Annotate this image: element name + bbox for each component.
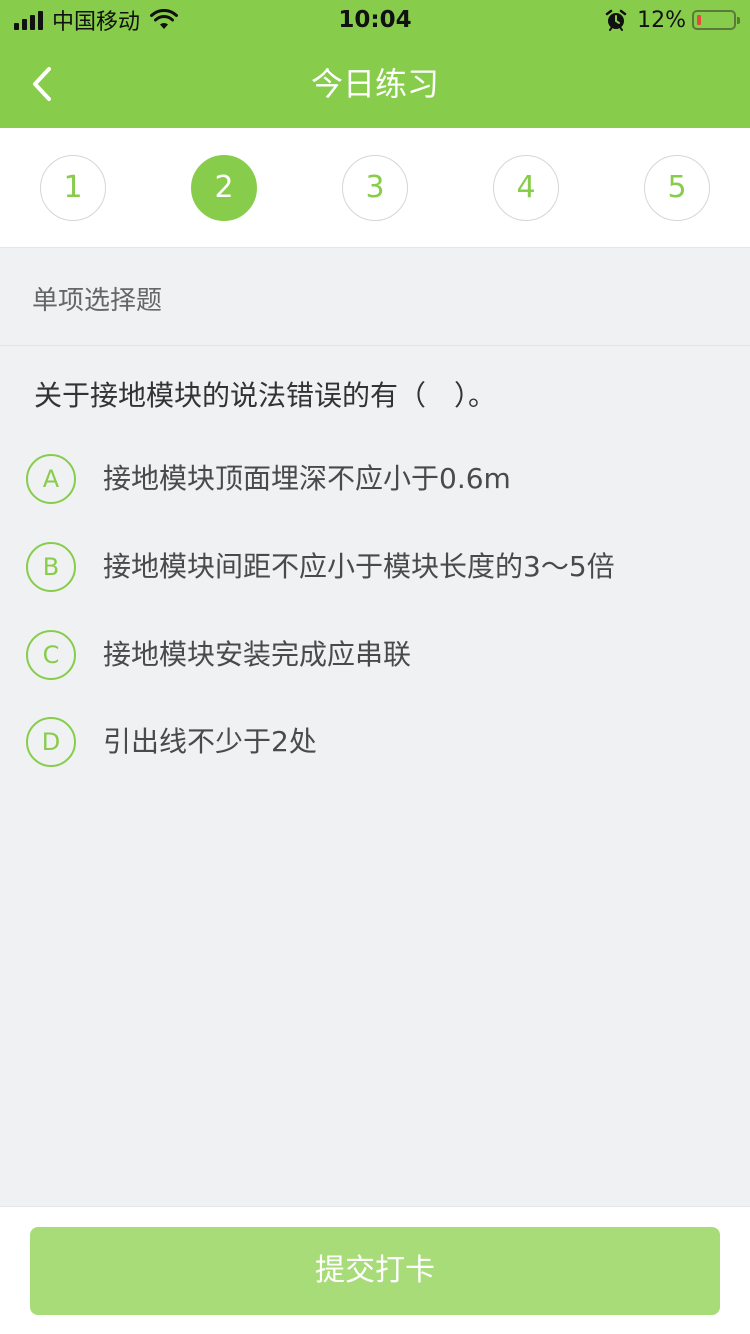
- question-text: 关于接地模块的说法错误的有（ ）。: [34, 379, 497, 412]
- option-a[interactable]: A 接地模块顶面埋深不应小于0.6m: [26, 453, 726, 505]
- battery-percent: 12%: [637, 7, 686, 33]
- question-number-1[interactable]: 1: [40, 155, 106, 221]
- app-header: 中国移动 10:04 12% 今日练习: [0, 0, 750, 128]
- option-text: 引出线不少于2处: [103, 725, 317, 758]
- option-text: 接地模块顶面埋深不应小于0.6m: [103, 462, 511, 495]
- question-number-strip: 1 2 3 4 5: [0, 128, 750, 248]
- option-letter: B: [26, 542, 76, 592]
- question-number-4[interactable]: 4: [493, 155, 559, 221]
- option-letter: D: [26, 717, 76, 767]
- chevron-left-icon: [33, 67, 51, 101]
- question-number-3[interactable]: 3: [342, 155, 408, 221]
- option-letter: C: [26, 630, 76, 680]
- page-title: 今日练习: [310, 65, 439, 103]
- option-d[interactable]: D 引出线不少于2处: [26, 716, 726, 768]
- back-button[interactable]: [22, 62, 62, 106]
- question-type-label: 单项选择题: [32, 286, 163, 316]
- status-right: 12%: [605, 6, 740, 34]
- option-text: 接地模块间距不应小于模块长度的3～5倍: [103, 550, 615, 583]
- option-b[interactable]: B 接地模块间距不应小于模块长度的3～5倍: [26, 541, 726, 593]
- question-number-2[interactable]: 2: [191, 155, 257, 221]
- question-type-bar: 单项选择题: [0, 248, 750, 346]
- submit-checkin-button[interactable]: 提交打卡: [30, 1227, 720, 1315]
- question-number-5[interactable]: 5: [644, 155, 710, 221]
- option-letter: A: [26, 454, 76, 504]
- battery-level: [697, 15, 701, 25]
- bottom-bar: 提交打卡: [0, 1206, 750, 1334]
- alarm-icon: [605, 9, 627, 31]
- battery-icon: [692, 10, 740, 30]
- option-c[interactable]: C 接地模块安装完成应串联: [26, 629, 726, 681]
- status-bar: 中国移动 10:04 12%: [0, 0, 750, 40]
- option-text: 接地模块安装完成应串联: [103, 638, 412, 671]
- nav-bar: 今日练习: [0, 40, 750, 128]
